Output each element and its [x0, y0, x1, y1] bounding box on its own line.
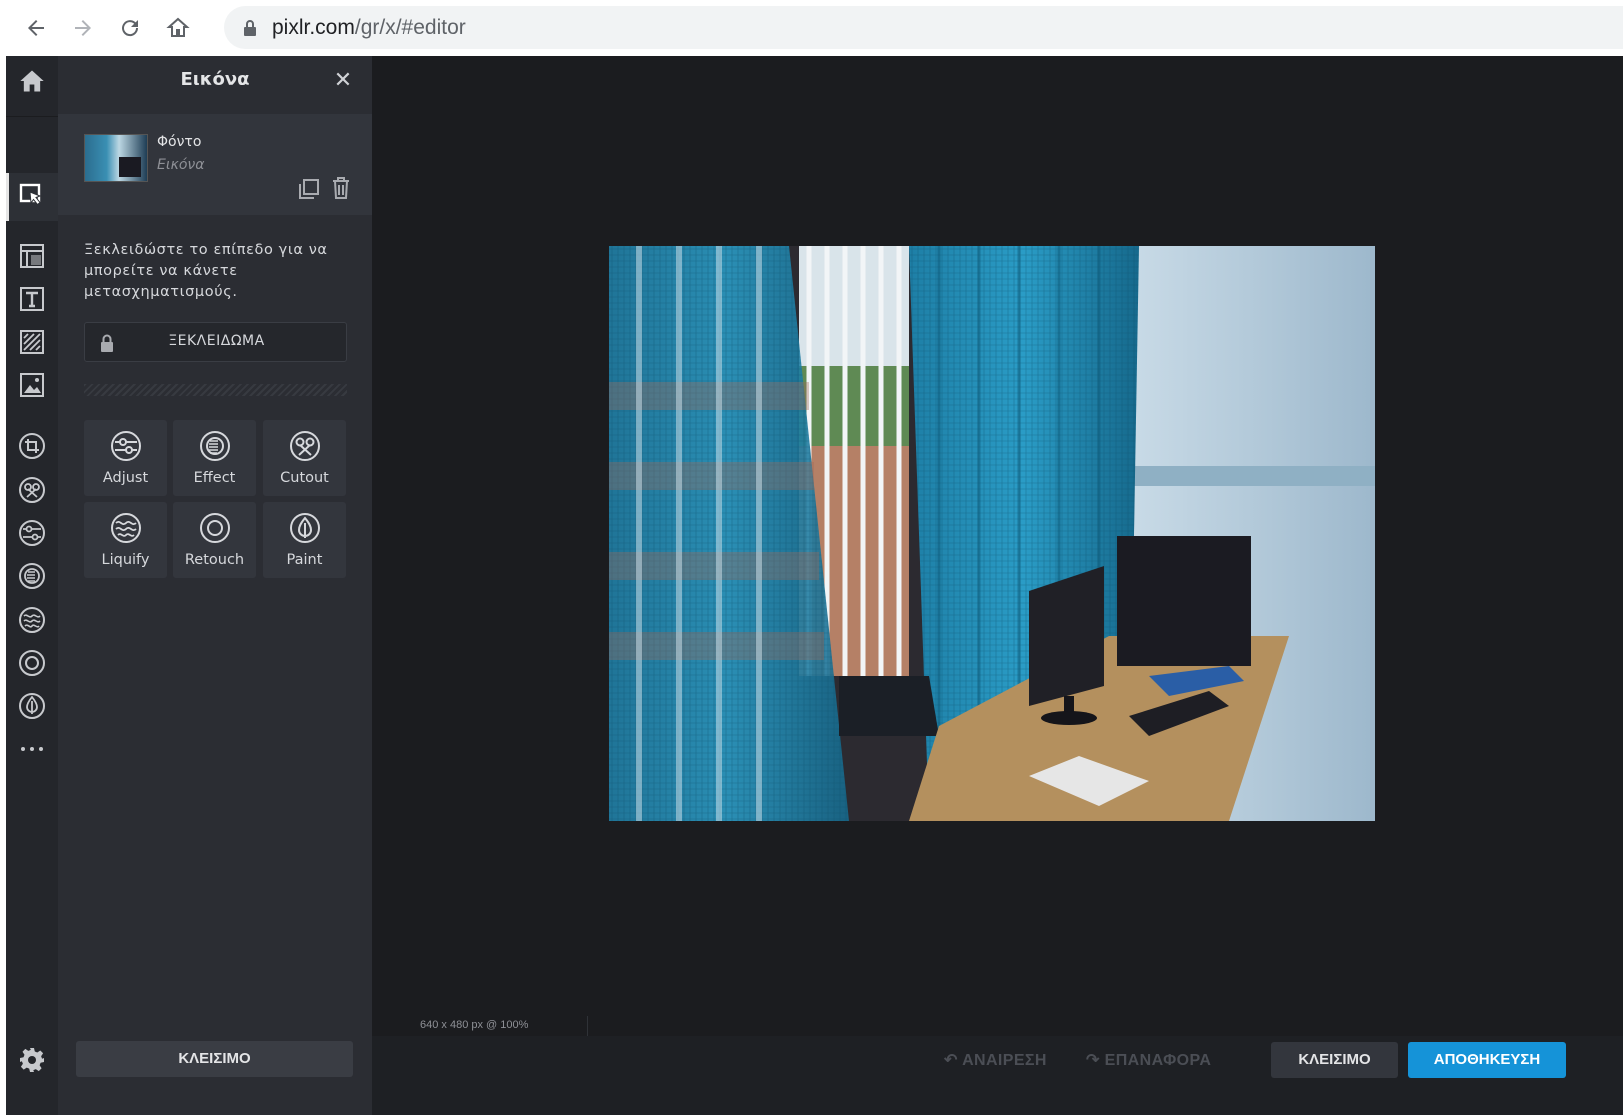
canvas-area[interactable] — [372, 56, 1623, 1016]
retouch-icon — [200, 513, 230, 543]
redo-icon: ↷ — [1086, 1052, 1105, 1069]
effect-tool-button[interactable]: Effect — [173, 420, 256, 496]
layer-name: Φόντο — [157, 134, 202, 150]
close-button[interactable]: ΚΛΕΙΣΙΜΟ — [1271, 1042, 1398, 1078]
redo-button[interactable]: ↷ ΕΠΑΝΑΦΟΡΑ — [1086, 1050, 1211, 1070]
cutout-tool-button[interactable]: Cutout — [263, 420, 346, 496]
image-properties-panel: Εικόνα ✕ Φόντο Εικόνα Ξεκλειδώστε το επί… — [58, 56, 372, 1115]
settings-icon[interactable] — [16, 1044, 48, 1076]
tool-label: Retouch — [184, 552, 245, 568]
liquify-icon — [111, 513, 141, 543]
paint-icon — [290, 513, 320, 543]
trash-icon[interactable] — [330, 176, 352, 200]
duplicate-icon[interactable] — [298, 178, 320, 200]
forward-arrow-icon[interactable] — [67, 12, 99, 44]
tool-label: Cutout — [280, 470, 329, 486]
effect-icon — [200, 431, 230, 461]
more-icon[interactable] — [16, 733, 48, 765]
redo-label: ΕΠΑΝΑΦΟΡΑ — [1104, 1052, 1212, 1069]
panel-close-button[interactable]: ΚΛΕΙΣΙΜΟ — [76, 1041, 353, 1077]
tool-label: Paint — [286, 552, 323, 568]
status-bar: 640 x 480 px @ 100% — [372, 1016, 1623, 1036]
unlock-message: Ξεκλειδώστε το επίπεδο για να μπορείτε ν… — [84, 242, 328, 300]
effect-icon[interactable] — [16, 560, 48, 592]
text-icon[interactable] — [16, 283, 48, 315]
layer-type: Εικόνα — [157, 157, 205, 173]
panel-title: Εικόνα — [180, 69, 250, 90]
home-icon[interactable] — [16, 65, 48, 97]
lock-icon[interactable] — [242, 19, 258, 37]
image-size-zoom: 640 x 480 px @ 100% — [420, 1019, 529, 1031]
rail-divider — [6, 116, 58, 117]
bottom-action-bar: ↶ ΑΝΑΙΡΕΣΗ ↷ ΕΠΑΝΑΦΟΡΑ ΚΛΕΙΣΙΜΟ ΑΠΟΘΗΚΕΥ… — [372, 1036, 1623, 1115]
url-host: pixlr.com — [272, 16, 355, 39]
retouch-tool-button[interactable]: Retouch — [173, 502, 256, 578]
reload-icon[interactable] — [114, 12, 146, 44]
paint-tool-button[interactable]: Paint — [263, 502, 346, 578]
close-icon[interactable]: ✕ — [330, 68, 356, 94]
tool-label: Effect — [193, 470, 236, 486]
home-page-icon[interactable] — [162, 12, 194, 44]
unlock-button-label: ΞΕΚΛΕΙΔΩΜΑ — [168, 333, 265, 349]
layer-thumbnail — [84, 134, 148, 182]
panel-divider — [84, 384, 347, 396]
arrange-tool-icon[interactable] — [16, 180, 48, 212]
liquify-icon[interactable] — [16, 604, 48, 636]
liquify-tool-button[interactable]: Liquify — [84, 502, 167, 578]
tool-label: Liquify — [101, 552, 150, 568]
tool-rail — [6, 56, 58, 1115]
undo-label: ΑΝΑΙΡΕΣΗ — [962, 1052, 1047, 1069]
address-bar[interactable]: pixlr.com/gr/x/#editor — [224, 6, 1623, 49]
back-arrow-icon[interactable] — [20, 12, 52, 44]
cutout-icon — [290, 431, 320, 461]
layout-icon[interactable] — [16, 240, 48, 272]
status-info: 640 x 480 px @ 100% — [372, 1016, 588, 1036]
url-path: /gr/x/#editor — [354, 16, 466, 39]
pixlr-editor: Εικόνα ✕ Φόντο Εικόνα Ξεκλειδώστε το επί… — [6, 56, 1623, 1115]
save-button[interactable]: ΑΠΟΘΗΚΕΥΣΗ — [1408, 1042, 1566, 1078]
retouch-icon[interactable] — [16, 647, 48, 679]
adjust-icon[interactable] — [16, 517, 48, 549]
paint-icon[interactable] — [16, 690, 48, 722]
browser-toolbar: pixlr.com/gr/x/#editor — [0, 0, 1623, 56]
tool-label: Adjust — [102, 470, 149, 486]
cutout-icon[interactable] — [16, 474, 48, 506]
adjust-tool-button[interactable]: Adjust — [84, 420, 167, 496]
adjust-icon — [111, 431, 141, 461]
unlock-button[interactable]: ΞΕΚΛΕΙΔΩΜΑ — [84, 322, 347, 362]
undo-icon: ↶ — [944, 1052, 963, 1069]
image-icon[interactable] — [16, 369, 48, 401]
pattern-icon[interactable] — [16, 326, 48, 358]
url-text[interactable]: pixlr.com/gr/x/#editor — [272, 16, 466, 40]
undo-button[interactable]: ↶ ΑΝΑΙΡΕΣΗ — [944, 1050, 1047, 1070]
layer-item[interactable]: Φόντο Εικόνα — [58, 114, 372, 215]
panel-header: Εικόνα ✕ — [58, 56, 372, 108]
crop-icon[interactable] — [16, 430, 48, 462]
canvas-image[interactable] — [609, 246, 1375, 821]
